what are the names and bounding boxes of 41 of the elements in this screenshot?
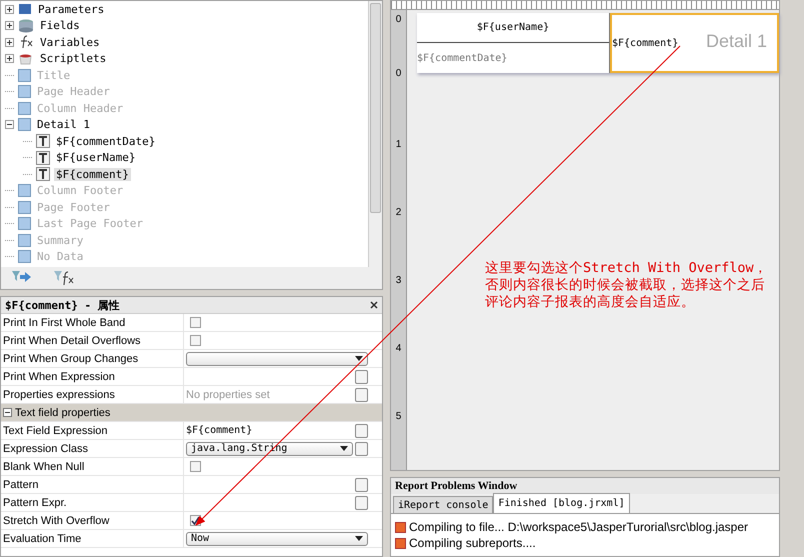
tree-item[interactable]: Fields	[38, 19, 82, 32]
ruler-label: 3	[394, 275, 402, 288]
property-name: Properties expressions	[1, 386, 184, 403]
property-name: Print In First Whole Band	[1, 314, 184, 331]
ruler-label: 0	[394, 68, 402, 81]
tree-item[interactable]: $F{userName}	[54, 151, 138, 164]
property-name: Evaluation Time	[1, 530, 184, 547]
text-field[interactable]: $F{userName}	[417, 13, 609, 43]
property-summary: No properties set	[186, 388, 270, 400]
tree-item[interactable]: Scriptlets	[38, 52, 108, 66]
property-name: Stretch With Overflow	[1, 512, 184, 529]
log-line: Compiling to file... D:\workspace5\JasperTurorial\src\blog.jasper	[395, 520, 775, 534]
property-name: Expression Class	[1, 440, 184, 457]
ruler-label: 4	[394, 343, 402, 356]
property-name: Blank When Null	[1, 458, 184, 475]
ruler-label: 2	[394, 207, 402, 220]
window-title: Report Problems Window	[395, 480, 518, 492]
dropdown[interactable]: Now	[186, 532, 368, 546]
tree-item[interactable]: $F{comment}	[54, 168, 131, 181]
ruler-label: 5	[394, 411, 402, 424]
tree-item[interactable]: Parameters	[36, 2, 106, 16]
property-name: Print When Group Changes	[1, 350, 184, 367]
tab[interactable]: iReport console	[393, 496, 494, 513]
property-name: Print When Expression	[1, 368, 184, 385]
tab[interactable]: Finished [blog.jrxml]	[493, 493, 630, 513]
property-name: Pattern	[1, 476, 184, 493]
property-value: $F{comment}	[186, 425, 252, 436]
property-name: Print When Detail Overflows	[1, 332, 184, 349]
property-name: Pattern Expr.	[1, 494, 184, 511]
property-name: Text Field Expression	[1, 422, 184, 439]
panel-title: $F{comment} - 属性	[5, 298, 120, 312]
tree-item[interactable]: $F{commentDate}	[54, 134, 158, 148]
selected-text-field[interactable]: $F{comment} Detail 1	[610, 13, 779, 73]
log-line: Compiling subreports....	[395, 536, 775, 550]
ruler-label: 1	[394, 139, 402, 152]
text-field[interactable]: $F{commentDate}	[417, 43, 609, 73]
tree-item[interactable]: Variables	[38, 36, 102, 49]
tree-item[interactable]: Detail 1	[35, 118, 92, 132]
band-label: Detail 1	[706, 31, 767, 52]
annotation-note: 这里要勾选这个Stretch With Overflow，否则内容很长的时候会被截取，选择这个之后评论内容子报表的高度会自适应。	[485, 260, 769, 311]
ruler-label: 0	[394, 14, 402, 27]
